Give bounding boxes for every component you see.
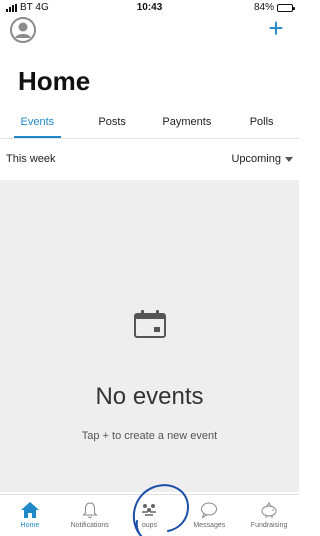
- divider: [0, 138, 299, 139]
- tab-payments[interactable]: Payments: [150, 108, 225, 138]
- nav-notifications[interactable]: Notifications: [60, 495, 120, 536]
- page-title: Home: [18, 66, 91, 96]
- empty-state-subtitle: Tap + to create a new event: [81, 430, 218, 442]
- battery-icon: [277, 3, 295, 12]
- home-icon: [20, 502, 39, 518]
- bell-icon: [81, 502, 98, 519]
- groups-icon: [142, 504, 157, 516]
- nav-groups[interactable]: oups: [120, 495, 180, 536]
- nav-messages-label: Messages: [193, 522, 226, 529]
- add-button[interactable]: +: [265, 15, 287, 41]
- empty-state-title: No events: [95, 383, 204, 410]
- filter-bar: This week Upcoming: [0, 148, 299, 172]
- nav-fundraising-label: Fundraising: [250, 522, 288, 529]
- avatar[interactable]: [10, 17, 36, 43]
- nav-home-label: Home: [20, 522, 40, 529]
- person-icon: [10, 17, 36, 43]
- events-empty-state: No events Tap + to create a new event: [0, 180, 299, 492]
- calendar-icon: [134, 310, 166, 338]
- piggy-bank-icon: [261, 502, 277, 518]
- nav-fundraising[interactable]: Fundraising: [239, 495, 299, 536]
- nav-home[interactable]: Home: [0, 495, 60, 536]
- sort-dropdown[interactable]: Upcoming: [231, 153, 293, 165]
- nav-groups-label: oups: [141, 522, 158, 529]
- tab-events[interactable]: Events: [0, 108, 75, 138]
- status-right: 84%: [253, 2, 295, 13]
- period-filter[interactable]: This week: [6, 153, 56, 165]
- sort-label: Upcoming: [231, 153, 281, 165]
- speech-bubble-icon: [201, 502, 218, 519]
- plus-icon: +: [268, 13, 284, 43]
- tab-bar: Events Posts Payments Polls: [0, 108, 299, 138]
- status-bar: BT 4G 10:43 84%: [0, 0, 299, 16]
- nav-notifications-label: Notifications: [70, 522, 109, 529]
- chevron-down-icon: [285, 156, 293, 162]
- tab-polls[interactable]: Polls: [224, 108, 299, 138]
- battery-percent: 84%: [253, 2, 274, 13]
- nav-messages[interactable]: Messages: [179, 495, 239, 536]
- bottom-nav: Home Notifications oups Messages Fundrai…: [0, 494, 299, 536]
- tab-posts[interactable]: Posts: [75, 108, 150, 138]
